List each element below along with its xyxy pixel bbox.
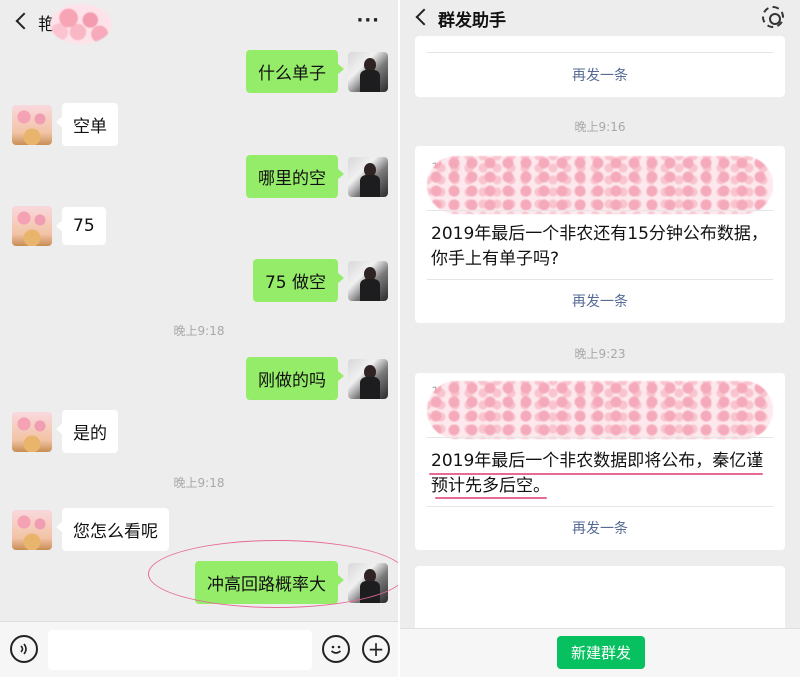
broadcast-header: 群发助手 (400, 0, 800, 36)
message-row: 您怎么看呢 (12, 508, 169, 551)
card-divider (427, 279, 773, 280)
received-bubble[interactable]: 75 (56, 207, 106, 245)
broadcast-title: 群发助手 (438, 11, 506, 31)
my-avatar[interactable] (348, 260, 388, 301)
sent-bubble[interactable]: 什么单子 (246, 50, 344, 93)
timestamp: 晚上9:18 (173, 476, 225, 490)
message-input[interactable] (48, 630, 312, 670)
message-row: 哪里的空 (246, 155, 388, 198)
contact-avatar[interactable] (12, 104, 52, 145)
new-broadcast-button[interactable]: 新建群发 (557, 636, 645, 669)
received-bubble[interactable]: 空单 (56, 103, 118, 146)
message-row: 什么单子 (246, 50, 388, 93)
back-button[interactable] (8, 6, 36, 36)
card-divider (427, 210, 773, 211)
my-avatar[interactable] (348, 51, 388, 92)
message-row: 冲高回路概率大 (195, 561, 388, 604)
chat-header: 艳 ··· (0, 0, 398, 44)
resend-button[interactable]: 再发一条 (415, 65, 785, 85)
message-row: 空单 (12, 103, 118, 146)
highlight-underline (429, 473, 763, 475)
chevron-left-icon (15, 12, 33, 30)
timestamp: 晚上9:18 (173, 324, 225, 338)
message-row: 75 (12, 206, 106, 246)
message-row: 是的 (12, 410, 118, 453)
contact-avatar[interactable] (12, 411, 52, 452)
message-row: 刚做的吗 (246, 357, 388, 400)
redacted-recipients-blob (427, 156, 773, 214)
gear-icon[interactable] (762, 6, 784, 28)
contact-avatar[interactable] (12, 206, 52, 246)
resend-button[interactable]: 再发一条 (415, 291, 785, 311)
plus-icon[interactable]: + (362, 635, 390, 663)
chat-input-bar: + (0, 621, 398, 677)
redacted-recipients-blob (427, 381, 773, 439)
broadcast-card: 1 2019年最后一个非农数据即将公布，秦亿谨预计先多后空。 再发一条 (415, 373, 785, 550)
voice-icon[interactable] (10, 635, 38, 663)
broadcast-card: 140位 2019年最后一个非农还有15分钟公布数据，你手上有单子吗? 再发一条 (415, 146, 785, 323)
highlight-underline (435, 497, 547, 499)
sent-bubble[interactable]: 75 做空 (252, 259, 345, 302)
my-avatar[interactable] (348, 358, 388, 399)
contact-avatar[interactable] (12, 509, 52, 550)
broadcast-card (415, 566, 785, 636)
message-row: 75 做空 (252, 259, 388, 302)
received-bubble[interactable]: 您怎么看呢 (56, 508, 169, 551)
sent-bubble[interactable]: 哪里的空 (246, 155, 344, 198)
card-divider (427, 437, 773, 438)
my-avatar[interactable] (348, 562, 388, 603)
received-bubble[interactable]: 是的 (56, 410, 118, 453)
chat-panel: 艳 ··· 什么单子 空单 哪里的空 75 75 做空 晚上9:18 刚做的吗 … (0, 0, 398, 677)
my-avatar[interactable] (348, 156, 388, 197)
card-divider (427, 506, 773, 507)
more-dots-icon[interactable]: ··· (356, 10, 380, 31)
resend-button[interactable]: 再发一条 (415, 518, 785, 538)
timestamp: 晚上9:16 (574, 120, 626, 134)
chevron-left-icon (415, 8, 433, 26)
broadcast-message: 2019年最后一个非农还有15分钟公布数据，你手上有单子吗? (431, 224, 768, 269)
redacted-name-blob (50, 4, 112, 44)
sent-bubble[interactable]: 冲高回路概率大 (195, 561, 344, 604)
broadcast-card: 再发一条 (415, 36, 785, 97)
timestamp: 晚上9:23 (574, 347, 626, 361)
card-divider (427, 52, 773, 53)
sent-bubble[interactable]: 刚做的吗 (246, 357, 344, 400)
back-button[interactable] (408, 3, 436, 31)
emoji-icon[interactable] (322, 635, 350, 663)
broadcast-panel: 群发助手 再发一条 晚上9:16 140位 2019年最后一个非农还有15分钟公… (400, 0, 800, 677)
